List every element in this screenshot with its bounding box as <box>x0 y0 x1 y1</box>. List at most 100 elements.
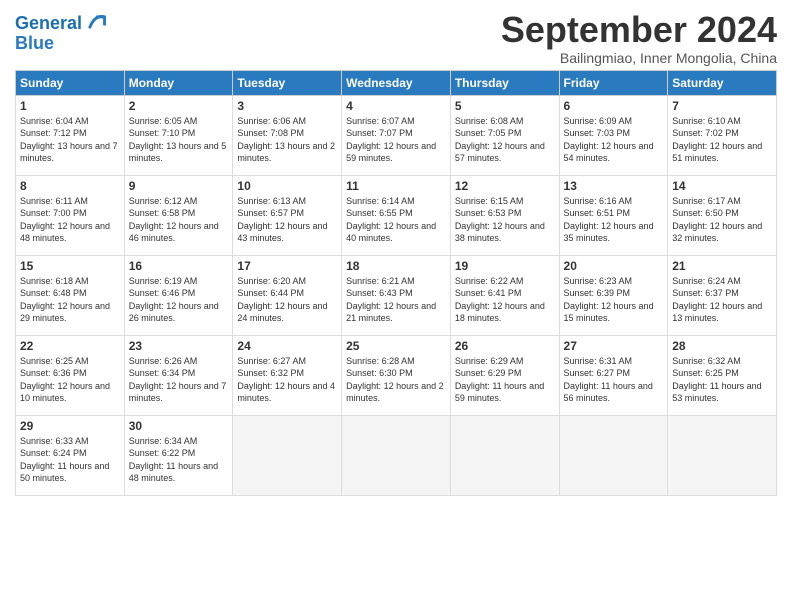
calendar-header-saturday: Saturday <box>668 70 777 95</box>
day-number: 3 <box>237 99 337 113</box>
calendar-cell <box>233 415 342 495</box>
day-number: 5 <box>455 99 555 113</box>
day-number: 11 <box>346 179 446 193</box>
day-number: 1 <box>20 99 120 113</box>
calendar-cell: 25 Sunrise: 6:28 AMSunset: 6:30 PMDayligh… <box>342 335 451 415</box>
calendar-cell: 17 Sunrise: 6:20 AMSunset: 6:44 PMDayligh… <box>233 255 342 335</box>
calendar-cell: 2Sunrise: 6:05 AMSunset: 7:10 PMDaylight… <box>124 95 233 175</box>
calendar-cell: 16Sunrise: 6:19 AMSunset: 6:46 PMDayligh… <box>124 255 233 335</box>
calendar-header-monday: Monday <box>124 70 233 95</box>
calendar-cell: 15Sunrise: 6:18 AMSunset: 6:48 PMDayligh… <box>16 255 125 335</box>
calendar-cell: 20Sunrise: 6:23 AMSunset: 6:39 PMDayligh… <box>559 255 668 335</box>
day-detail: Sunrise: 6:23 AMSunset: 6:39 PMDaylight:… <box>564 276 654 324</box>
day-detail: Sunrise: 6:27 AMSunset: 6:32 PMDaylight:… <box>237 356 335 404</box>
day-number: 18 <box>346 259 446 273</box>
logo-blue: Blue <box>15 34 106 52</box>
day-number: 26 <box>455 339 555 353</box>
calendar-cell: 26 Sunrise: 6:29 AMSunset: 6:29 PMDayligh… <box>450 335 559 415</box>
calendar-header-sunday: Sunday <box>16 70 125 95</box>
calendar-cell: 21 Sunrise: 6:24 AMSunset: 6:37 PMDayligh… <box>668 255 777 335</box>
calendar-cell: 24 Sunrise: 6:27 AMSunset: 6:32 PMDayligh… <box>233 335 342 415</box>
day-detail: Sunrise: 6:25 AMSunset: 6:36 PMDaylight:… <box>20 356 110 404</box>
day-detail: Sunrise: 6:10 AMSunset: 7:02 PMDaylight:… <box>672 116 762 164</box>
day-number: 22 <box>20 339 120 353</box>
day-detail: Sunrise: 6:22 AMSunset: 6:41 PMDaylight:… <box>455 276 545 324</box>
calendar-cell: 3 Sunrise: 6:06 AMSunset: 7:08 PMDaylight… <box>233 95 342 175</box>
day-detail: Sunrise: 6:12 AMSunset: 6:58 PMDaylight:… <box>129 196 219 244</box>
header: General Blue September 2024 Bailingmiao,… <box>15 10 777 66</box>
day-detail: Sunrise: 6:07 AMSunset: 7:07 PMDaylight:… <box>346 116 436 164</box>
day-number: 27 <box>564 339 664 353</box>
calendar-header-row: SundayMondayTuesdayWednesdayThursdayFrid… <box>16 70 777 95</box>
calendar-week-2: 8 Sunrise: 6:11 AMSunset: 7:00 PMDaylight… <box>16 175 777 255</box>
day-detail: Sunrise: 6:20 AMSunset: 6:44 PMDaylight:… <box>237 276 327 324</box>
day-number: 10 <box>237 179 337 193</box>
month-title: September 2024 <box>501 10 777 50</box>
day-number: 13 <box>564 179 664 193</box>
day-number: 19 <box>455 259 555 273</box>
logo-text: General <box>15 14 82 34</box>
day-number: 21 <box>672 259 772 273</box>
day-detail: Sunrise: 6:18 AMSunset: 6:48 PMDaylight:… <box>20 276 110 324</box>
day-detail: Sunrise: 6:26 AMSunset: 6:34 PMDaylight:… <box>129 356 227 404</box>
logo-icon <box>84 11 106 33</box>
day-number: 24 <box>237 339 337 353</box>
calendar-cell: 23 Sunrise: 6:26 AMSunset: 6:34 PMDayligh… <box>124 335 233 415</box>
day-detail: Sunrise: 6:19 AMSunset: 6:46 PMDaylight:… <box>129 276 219 324</box>
day-number: 9 <box>129 179 229 193</box>
day-detail: Sunrise: 6:05 AMSunset: 7:10 PMDaylight:… <box>129 116 227 164</box>
day-number: 7 <box>672 99 772 113</box>
calendar-cell: 18 Sunrise: 6:21 AMSunset: 6:43 PMDayligh… <box>342 255 451 335</box>
day-number: 25 <box>346 339 446 353</box>
day-number: 29 <box>20 419 120 433</box>
calendar-table: SundayMondayTuesdayWednesdayThursdayFrid… <box>15 70 777 496</box>
logo: General Blue <box>15 14 106 52</box>
day-detail: Sunrise: 6:11 AMSunset: 7:00 PMDaylight:… <box>20 196 110 244</box>
calendar-cell: 19 Sunrise: 6:22 AMSunset: 6:41 PMDayligh… <box>450 255 559 335</box>
page-container: General Blue September 2024 Bailingmiao,… <box>0 0 792 506</box>
day-detail: Sunrise: 6:15 AMSunset: 6:53 PMDaylight:… <box>455 196 545 244</box>
calendar-body: 1 Sunrise: 6:04 AMSunset: 7:12 PMDaylight… <box>16 95 777 495</box>
calendar-cell: 6 Sunrise: 6:09 AMSunset: 7:03 PMDaylight… <box>559 95 668 175</box>
calendar-cell: 14 Sunrise: 6:17 AMSunset: 6:50 PMDayligh… <box>668 175 777 255</box>
calendar-header-friday: Friday <box>559 70 668 95</box>
calendar-cell: 29Sunrise: 6:33 AMSunset: 6:24 PMDayligh… <box>16 415 125 495</box>
calendar-cell: 13 Sunrise: 6:16 AMSunset: 6:51 PMDayligh… <box>559 175 668 255</box>
calendar-cell: 5 Sunrise: 6:08 AMSunset: 7:05 PMDaylight… <box>450 95 559 175</box>
day-number: 4 <box>346 99 446 113</box>
day-detail: Sunrise: 6:28 AMSunset: 6:30 PMDaylight:… <box>346 356 444 404</box>
calendar-cell <box>342 415 451 495</box>
day-detail: Sunrise: 6:29 AMSunset: 6:29 PMDaylight:… <box>455 356 544 404</box>
calendar-week-1: 1 Sunrise: 6:04 AMSunset: 7:12 PMDaylight… <box>16 95 777 175</box>
day-detail: Sunrise: 6:06 AMSunset: 7:08 PMDaylight:… <box>237 116 335 164</box>
day-number: 17 <box>237 259 337 273</box>
calendar-cell: 28 Sunrise: 6:32 AMSunset: 6:25 PMDayligh… <box>668 335 777 415</box>
calendar-cell <box>559 415 668 495</box>
day-detail: Sunrise: 6:32 AMSunset: 6:25 PMDaylight:… <box>672 356 761 404</box>
day-detail: Sunrise: 6:17 AMSunset: 6:50 PMDaylight:… <box>672 196 762 244</box>
calendar-header-thursday: Thursday <box>450 70 559 95</box>
day-detail: Sunrise: 6:04 AMSunset: 7:12 PMDaylight:… <box>20 116 118 164</box>
day-detail: Sunrise: 6:09 AMSunset: 7:03 PMDaylight:… <box>564 116 654 164</box>
calendar-cell: 4 Sunrise: 6:07 AMSunset: 7:07 PMDaylight… <box>342 95 451 175</box>
day-number: 6 <box>564 99 664 113</box>
calendar-cell: 8 Sunrise: 6:11 AMSunset: 7:00 PMDaylight… <box>16 175 125 255</box>
calendar-cell: 12Sunrise: 6:15 AMSunset: 6:53 PMDayligh… <box>450 175 559 255</box>
day-detail: Sunrise: 6:08 AMSunset: 7:05 PMDaylight:… <box>455 116 545 164</box>
day-detail: Sunrise: 6:21 AMSunset: 6:43 PMDaylight:… <box>346 276 436 324</box>
calendar-week-5: 29Sunrise: 6:33 AMSunset: 6:24 PMDayligh… <box>16 415 777 495</box>
day-detail: Sunrise: 6:34 AMSunset: 6:22 PMDaylight:… <box>129 436 218 484</box>
calendar-cell: 7 Sunrise: 6:10 AMSunset: 7:02 PMDaylight… <box>668 95 777 175</box>
day-number: 28 <box>672 339 772 353</box>
calendar-cell <box>450 415 559 495</box>
day-detail: Sunrise: 6:24 AMSunset: 6:37 PMDaylight:… <box>672 276 762 324</box>
calendar-cell: 22 Sunrise: 6:25 AMSunset: 6:36 PMDayligh… <box>16 335 125 415</box>
day-detail: Sunrise: 6:13 AMSunset: 6:57 PMDaylight:… <box>237 196 327 244</box>
calendar-header-wednesday: Wednesday <box>342 70 451 95</box>
calendar-cell <box>668 415 777 495</box>
day-detail: Sunrise: 6:31 AMSunset: 6:27 PMDaylight:… <box>564 356 653 404</box>
day-number: 14 <box>672 179 772 193</box>
day-number: 8 <box>20 179 120 193</box>
day-number: 23 <box>129 339 229 353</box>
day-detail: Sunrise: 6:16 AMSunset: 6:51 PMDaylight:… <box>564 196 654 244</box>
